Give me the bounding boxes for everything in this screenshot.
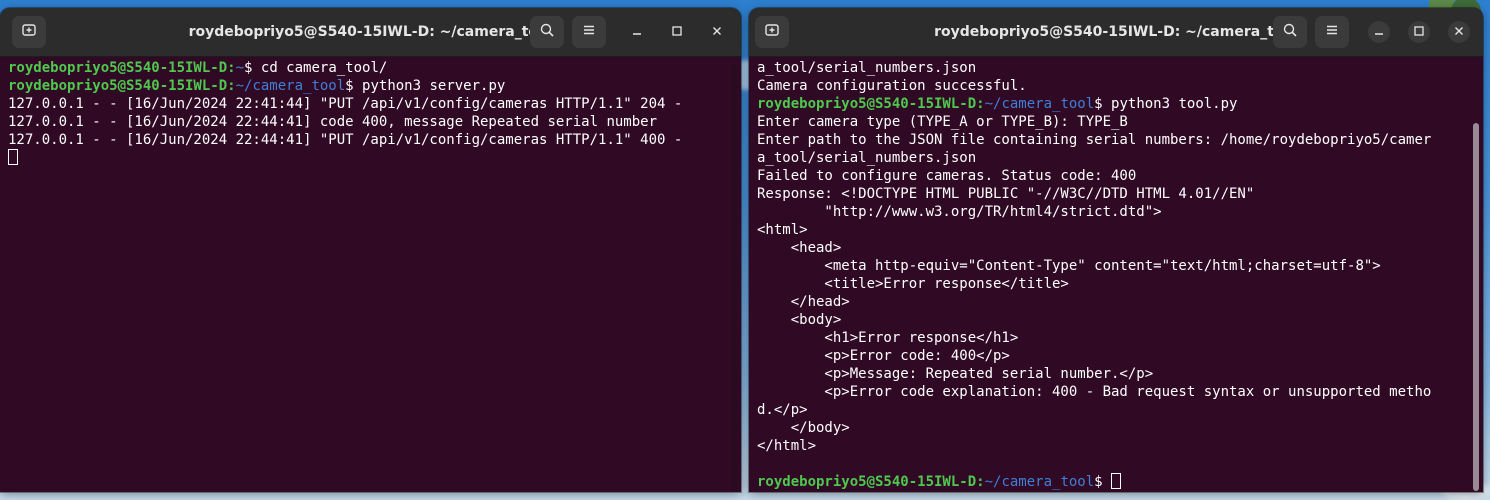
text-cursor[interactable]	[8, 149, 18, 165]
terminal-output[interactable]: a_tool/serial_numbers.json Camera configu…	[749, 57, 1483, 492]
maximize-icon	[1414, 25, 1424, 40]
output-line: a_tool/serial_numbers.json	[757, 150, 977, 166]
hamburger-menu-icon	[581, 22, 597, 42]
prompt-symbol: $	[244, 60, 261, 76]
search-icon	[539, 22, 555, 42]
prompt-user-host: roydebopriyo5@S540-15IWL-D	[757, 474, 977, 490]
output-line: Enter camera type (TYPE_A or TYPE_B): TY…	[757, 114, 1128, 130]
scrollbar[interactable]	[731, 64, 737, 492]
output-line: a_tool/serial_numbers.json	[757, 60, 977, 76]
prompt-symbol: $	[1094, 96, 1112, 112]
prompt-user-host: roydebopriyo5@S540-15IWL-D	[8, 78, 228, 94]
output-line: <title>Error response</title>	[757, 276, 1069, 292]
command-text: cd camera_tool/	[260, 60, 388, 76]
prompt-user-host: roydebopriyo5@S540-15IWL-D	[8, 60, 228, 76]
prompt-line: roydebopriyo5@S540-15IWL-D:~$ cd camera_…	[8, 59, 733, 77]
prompt-symbol: $	[1094, 474, 1112, 490]
prompt-path: ~/camera_tool	[984, 474, 1095, 490]
command-text: python3 tool.py	[1111, 96, 1238, 112]
output-line: d.</p>	[757, 402, 808, 418]
command-text: python3 server.py	[362, 78, 506, 94]
new-tab-icon	[21, 22, 37, 42]
output-line: Camera configuration successful.	[757, 78, 1027, 94]
minimize-button[interactable]	[626, 21, 648, 43]
output-line: <p>Message: Repeated serial number.</p>	[757, 366, 1154, 382]
maximize-button[interactable]	[1408, 21, 1430, 43]
menu-button[interactable]	[1315, 16, 1349, 48]
prompt-colon: :	[976, 474, 985, 490]
hamburger-menu-icon	[1324, 22, 1340, 42]
output-line: 127.0.0.1 - - [16/Jun/2024 22:41:44] "PU…	[8, 96, 683, 112]
minimize-button[interactable]	[1368, 21, 1390, 43]
scrollbar[interactable]	[1473, 123, 1479, 491]
titlebar[interactable]: roydebopriyo5@S540-15IWL-D: ~/camera_too…	[0, 8, 741, 57]
minimize-icon	[1374, 25, 1384, 40]
prompt-colon: :	[976, 96, 985, 112]
terminal-window-left[interactable]: roydebopriyo5@S540-15IWL-D: ~/camera_too…	[0, 8, 741, 492]
output-line: <p>Error code: 400</p>	[757, 348, 1010, 364]
output-line: </html>	[757, 438, 817, 454]
terminal-window-right[interactable]: roydebopriyo5@S540-15IWL-D: ~/camera_too…	[749, 8, 1483, 492]
menu-button[interactable]	[572, 16, 606, 48]
prompt-user-host: roydebopriyo5@S540-15IWL-D	[757, 96, 977, 112]
prompt-path: ~/camera_tool	[235, 78, 346, 94]
prompt-symbol: $	[345, 78, 363, 94]
prompt-line: roydebopriyo5@S540-15IWL-D:~/camera_tool…	[757, 473, 1475, 491]
output-line: <head>	[757, 240, 842, 256]
prompt-line: roydebopriyo5@S540-15IWL-D:~/camera_tool…	[8, 77, 733, 95]
output-line: <body>	[757, 312, 842, 328]
maximize-button[interactable]	[666, 21, 688, 43]
minimize-icon	[632, 25, 642, 40]
output-line: <h1>Error response</h1>	[757, 330, 1019, 346]
output-line: Enter path to the JSON file containing s…	[757, 132, 1432, 148]
text-cursor[interactable]	[1111, 473, 1122, 489]
terminal-output[interactable]: roydebopriyo5@S540-15IWL-D:~$ cd camera_…	[0, 57, 741, 492]
output-line: "http://www.w3.org/TR/html4/strict.dtd">	[757, 204, 1162, 220]
output-line: 127.0.0.1 - - [16/Jun/2024 22:44:41] cod…	[8, 114, 658, 130]
search-button[interactable]	[530, 16, 564, 48]
titlebar[interactable]: roydebopriyo5@S540-15IWL-D: ~/camera_too…	[749, 8, 1483, 57]
search-button[interactable]	[1273, 16, 1307, 48]
close-icon	[1454, 25, 1464, 40]
output-line: Failed to configure cameras. Status code…	[757, 168, 1137, 184]
output-line: 127.0.0.1 - - [16/Jun/2024 22:44:41] "PU…	[8, 132, 683, 148]
search-icon	[1282, 22, 1298, 42]
new-tab-button[interactable]	[12, 16, 46, 48]
output-line: </body>	[757, 420, 850, 436]
new-tab-icon	[764, 22, 780, 42]
prompt-path: ~/camera_tool	[984, 96, 1095, 112]
output-line: <meta http-equiv="Content-Type" content=…	[757, 258, 1381, 274]
prompt-colon: :	[227, 78, 236, 94]
output-line: <html>	[757, 222, 808, 238]
new-tab-button[interactable]	[755, 16, 789, 48]
close-button[interactable]	[1448, 21, 1470, 43]
prompt-line: roydebopriyo5@S540-15IWL-D:~/camera_tool…	[757, 95, 1475, 113]
close-icon	[712, 25, 722, 40]
maximize-icon	[672, 25, 682, 40]
output-line: Response: <!DOCTYPE HTML PUBLIC "-//W3C/…	[757, 186, 1255, 202]
output-line: </head>	[757, 294, 850, 310]
close-button[interactable]	[706, 21, 728, 43]
output-line: <p>Error code explanation: 400 - Bad req…	[757, 384, 1432, 400]
cursor-line	[8, 149, 733, 167]
prompt-colon: :	[227, 60, 236, 76]
prompt-path: ~	[235, 60, 245, 76]
